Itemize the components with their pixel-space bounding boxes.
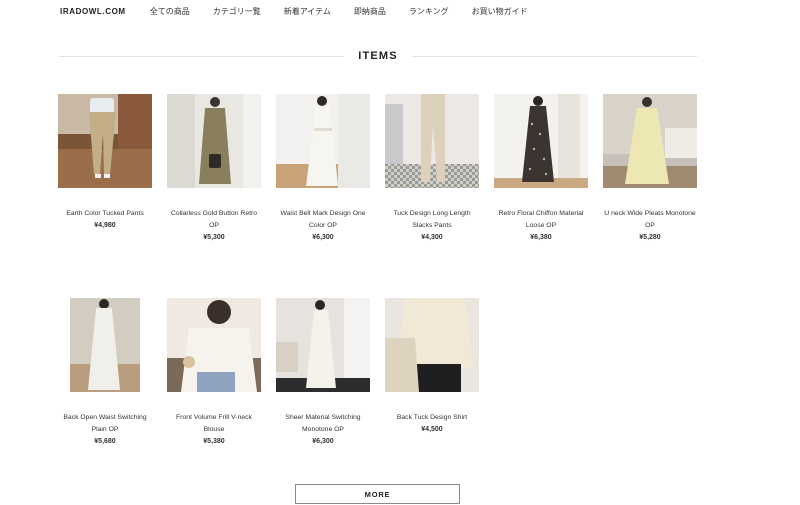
product-card[interactable]: Front Volume Frill V-neck Blouse ¥5,380 [167,298,261,445]
product-card[interactable]: U neck Wide Pleats Monotone OP ¥5,280 [603,94,697,241]
product-photo-u-neck-pleats-op [603,94,697,188]
heading-rule-right [411,55,697,57]
nav-ranking[interactable]: ランキング [409,6,449,17]
nav-in-stock[interactable]: 即納商品 [354,6,386,17]
product-price: ¥5,300 [203,234,225,241]
product-price: ¥4,300 [421,234,443,241]
product-card[interactable]: Earth Color Tucked Pants ¥4,980 [58,94,152,229]
nav-categories[interactable]: カテゴリ一覧 [213,6,261,17]
nav-new-items[interactable]: 新着アイテム [284,6,331,17]
product-name[interactable]: U neck Wide Pleats Monotone OP [603,208,697,232]
product-name[interactable]: Collarless Gold Button Retro OP [167,208,261,232]
site-logo[interactable]: IRADOWL.COM [60,7,126,16]
top-navigation: IRADOWL.COM 全ての商品 カテゴリ一覧 新着アイテム 即納商品 ランキ… [60,0,551,22]
nav-shopping-guide[interactable]: お買い物ガイド [472,6,528,17]
product-image[interactable] [58,298,152,392]
product-price: ¥5,380 [203,438,225,445]
product-card[interactable]: Back Open Waist Switching Plain OP ¥5,68… [58,298,152,445]
product-image[interactable] [276,298,370,392]
product-photo-waist-belt-op [276,94,370,188]
product-image[interactable] [276,94,370,188]
product-photo-earth-pants [58,94,152,188]
product-photo-gold-button-op [167,94,261,188]
product-price: ¥4,500 [421,426,443,433]
product-photo-sheer-monotone-op [276,298,370,392]
product-card[interactable]: Tuck Design Long Length Slacks Pants ¥4,… [385,94,479,241]
product-image[interactable] [167,94,261,188]
product-name[interactable]: Front Volume Frill V-neck Blouse [167,412,261,436]
product-name[interactable]: Back Tuck Design Shirt [385,412,479,424]
section-heading: ITEMS [59,48,697,64]
product-price: ¥5,680 [94,438,116,445]
product-photo-slacks-pants [385,94,479,188]
product-name[interactable]: Tuck Design Long Length Slacks Pants [385,208,479,232]
product-image[interactable] [385,298,479,392]
product-card[interactable]: Back Tuck Design Shirt ¥4,500 [385,298,479,433]
product-price: ¥6,380 [530,234,552,241]
product-name[interactable]: Sheer Material Switching Monotone OP [276,412,370,436]
heading-rule-left [59,55,345,57]
product-price: ¥5,280 [639,234,661,241]
product-price: ¥6,300 [312,438,334,445]
product-image[interactable] [603,94,697,188]
product-photo-back-tuck-shirt [385,298,479,392]
product-image[interactable] [167,298,261,392]
product-name[interactable]: Retro Floral Chiffon Material Loose OP [494,208,588,232]
product-photo-back-open-op [58,298,152,392]
product-price: ¥4,980 [94,222,116,229]
more-button[interactable]: MORE [295,484,460,504]
product-photo-floral-chiffon-op [494,94,588,188]
section-title: ITEMS [358,50,398,62]
product-name[interactable]: Earth Color Tucked Pants [58,208,152,220]
product-photo-frill-blouse [167,298,261,392]
product-image[interactable] [494,94,588,188]
product-card[interactable]: Retro Floral Chiffon Material Loose OP ¥… [494,94,588,241]
product-card[interactable]: Collarless Gold Button Retro OP ¥5,300 [167,94,261,241]
product-image[interactable] [58,94,152,188]
product-name[interactable]: Back Open Waist Switching Plain OP [58,412,152,436]
product-card[interactable]: Waist Belt Mark Design One Color OP ¥6,3… [276,94,370,241]
product-name[interactable]: Waist Belt Mark Design One Color OP [276,208,370,232]
product-card[interactable]: Sheer Material Switching Monotone OP ¥6,… [276,298,370,445]
product-price: ¥6,300 [312,234,334,241]
product-image[interactable] [385,94,479,188]
nav-all-products[interactable]: 全ての商品 [150,6,190,17]
